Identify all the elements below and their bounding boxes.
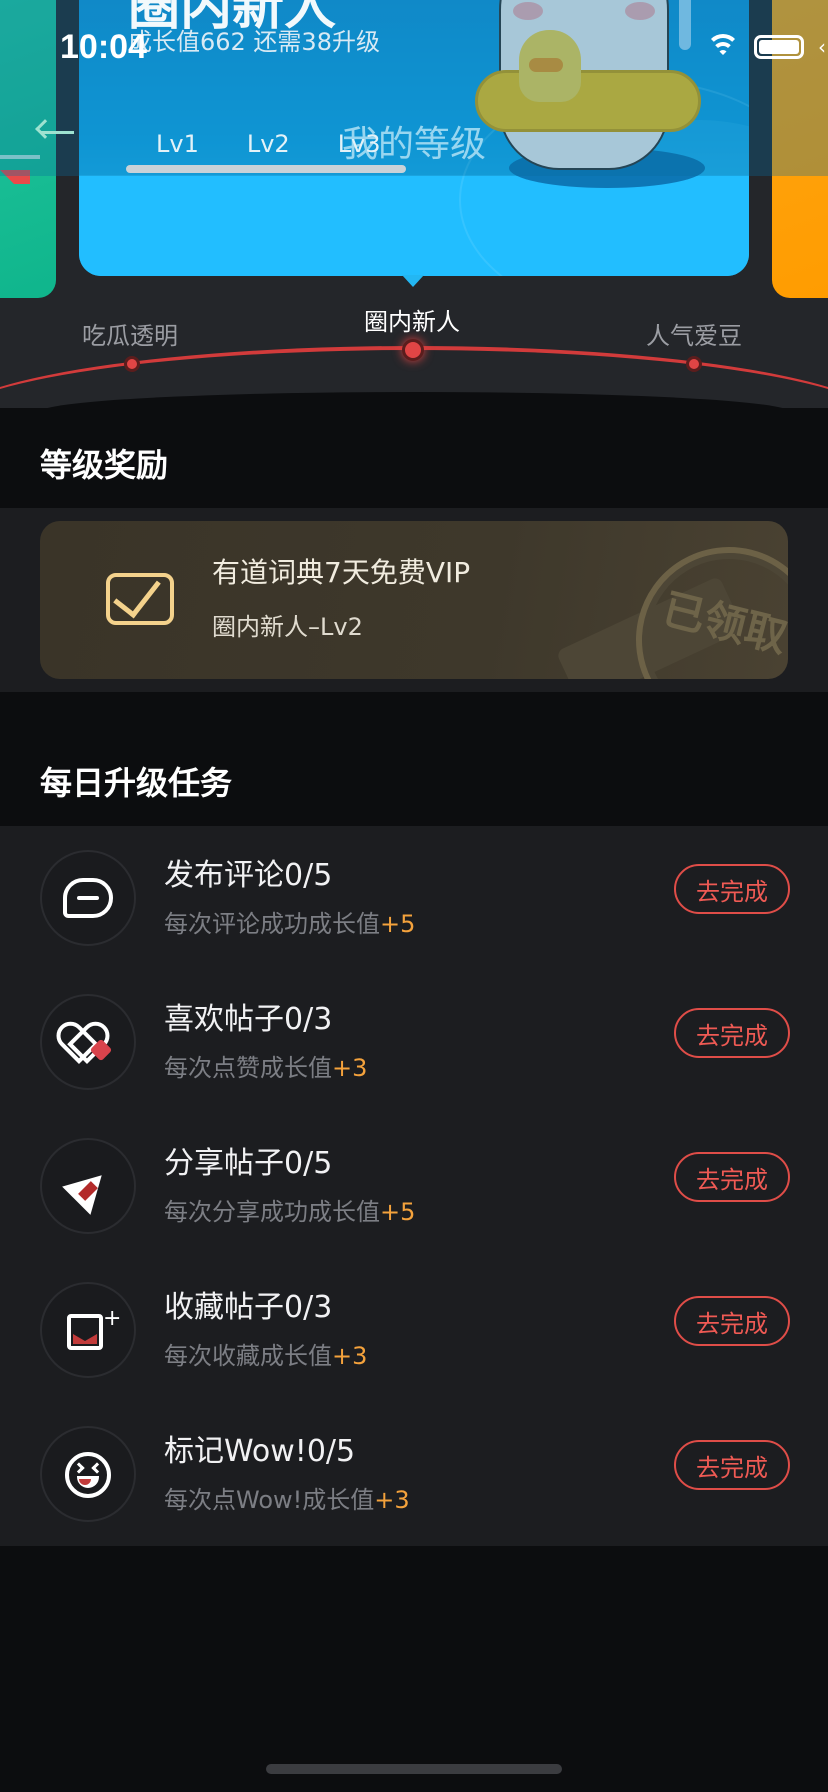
task-bonus: +5	[380, 1198, 416, 1226]
task-bonus: +3	[374, 1486, 410, 1514]
task-name: 分享帖子0/5	[164, 1146, 333, 1181]
task-desc: 每次评论成功成长值+5	[164, 904, 415, 939]
status-icons: ‹	[706, 34, 828, 60]
decoration	[63, 1020, 113, 1064]
wifi-icon	[706, 34, 740, 60]
battery-icon	[754, 35, 804, 59]
go-complete-button[interactable]: 去完成	[674, 864, 790, 914]
tasks-section-title: 每日升级任务	[40, 764, 233, 802]
wow-icon	[40, 1426, 136, 1522]
task-name: 发布评论0/5	[164, 858, 333, 893]
decoration	[63, 1452, 113, 1498]
task-bonus: +3	[332, 1054, 368, 1082]
decoration	[62, 1161, 116, 1215]
lv-progress-track	[126, 165, 406, 173]
level-dot-left[interactable]	[124, 356, 140, 372]
task-item: + 收藏帖子0/3 每次收藏成长值+3 去完成	[0, 1264, 828, 1408]
task-desc-text: 每次点赞成长值	[164, 1054, 332, 1082]
decoration: +	[63, 1308, 121, 1352]
decoration	[759, 40, 799, 54]
growth-value: 成长值662 还需38升级	[128, 28, 380, 56]
level-name-left[interactable]: 吃瓜透明	[82, 316, 178, 351]
status-time: 10:04	[60, 28, 147, 66]
status-edge: ‹	[818, 35, 826, 59]
claimed-stamp-text: 已领取	[657, 584, 788, 663]
bookmark-icon: +	[40, 1282, 136, 1378]
home-indicator[interactable]	[266, 1764, 562, 1774]
task-item: 标记Wow!0/5 每次点Wow!成长值+3 去完成	[0, 1408, 828, 1552]
current-card-pointer	[402, 275, 424, 287]
rewards-section-title: 等级奖励	[40, 446, 169, 484]
go-complete-button[interactable]: 去完成	[674, 1296, 790, 1346]
task-item: 发布评论0/5 每次评论成功成长值+5 去完成	[0, 832, 828, 976]
vip-check-icon	[106, 567, 174, 625]
reward-title: 有道词典7天免费VIP	[212, 556, 471, 589]
go-complete-button[interactable]: 去完成	[674, 1152, 790, 1202]
lv-label: Lv2	[246, 130, 290, 158]
decoration	[718, 50, 728, 60]
task-desc-text: 每次点Wow!成长值	[164, 1486, 375, 1514]
task-desc-text: 每次分享成功成长值	[164, 1198, 380, 1226]
task-item: 分享帖子0/5 每次分享成功成长值+5 去完成	[0, 1120, 828, 1264]
task-desc: 每次分享成功成长值+5	[164, 1192, 415, 1227]
task-bonus: +5	[380, 910, 416, 938]
decoration	[113, 567, 161, 619]
go-complete-button[interactable]: 去完成	[674, 1440, 790, 1490]
decoration	[63, 878, 113, 918]
share-icon	[40, 1138, 136, 1234]
level-name-current[interactable]: 圈内新人	[364, 302, 460, 337]
heart-icon	[40, 994, 136, 1090]
level-dot-current[interactable]	[402, 339, 424, 361]
go-complete-button[interactable]: 去完成	[674, 1008, 790, 1058]
decoration	[63, 876, 113, 920]
task-name: 喜欢帖子0/3	[164, 1002, 333, 1037]
reward-level: 圈内新人–Lv2	[212, 613, 363, 641]
task-bonus: +3	[332, 1342, 368, 1370]
task-desc: 每次收藏成长值+3	[164, 1336, 367, 1371]
task-name: 标记Wow!0/5	[164, 1434, 356, 1469]
level-dot-right[interactable]	[686, 356, 702, 372]
claimed-stamp: 已领取	[616, 527, 788, 679]
lv-labels: Lv1 Lv2 Lv3	[156, 130, 381, 158]
page-title: 我的等级	[341, 124, 486, 165]
comment-icon	[40, 850, 136, 946]
decoration	[67, 1314, 103, 1350]
task-desc-text: 每次评论成功成长值	[164, 910, 380, 938]
lv-label: Lv3	[337, 130, 381, 158]
task-desc: 每次点Wow!成长值+3	[164, 1480, 410, 1515]
task-desc-text: 每次收藏成长值	[164, 1342, 332, 1370]
task-name: 收藏帖子0/3	[164, 1290, 333, 1325]
level-hero: 圈内新人 成长值662 还需38升级 10:04 ‹ 我的等级 Lv1 Lv2 …	[0, 0, 828, 408]
task-desc: 每次点赞成长值+3	[164, 1048, 367, 1083]
task-item: 喜欢帖子0/3 每次点赞成长值+3 去完成	[0, 976, 828, 1120]
decoration: +	[103, 1306, 122, 1331]
lv-label: Lv1	[156, 130, 199, 158]
decoration	[65, 1452, 111, 1498]
level-name-right[interactable]: 人气爱豆	[646, 316, 742, 351]
reward-card[interactable]: 有道词典7天免费VIP 圈内新人–Lv2 已领取	[40, 521, 788, 679]
